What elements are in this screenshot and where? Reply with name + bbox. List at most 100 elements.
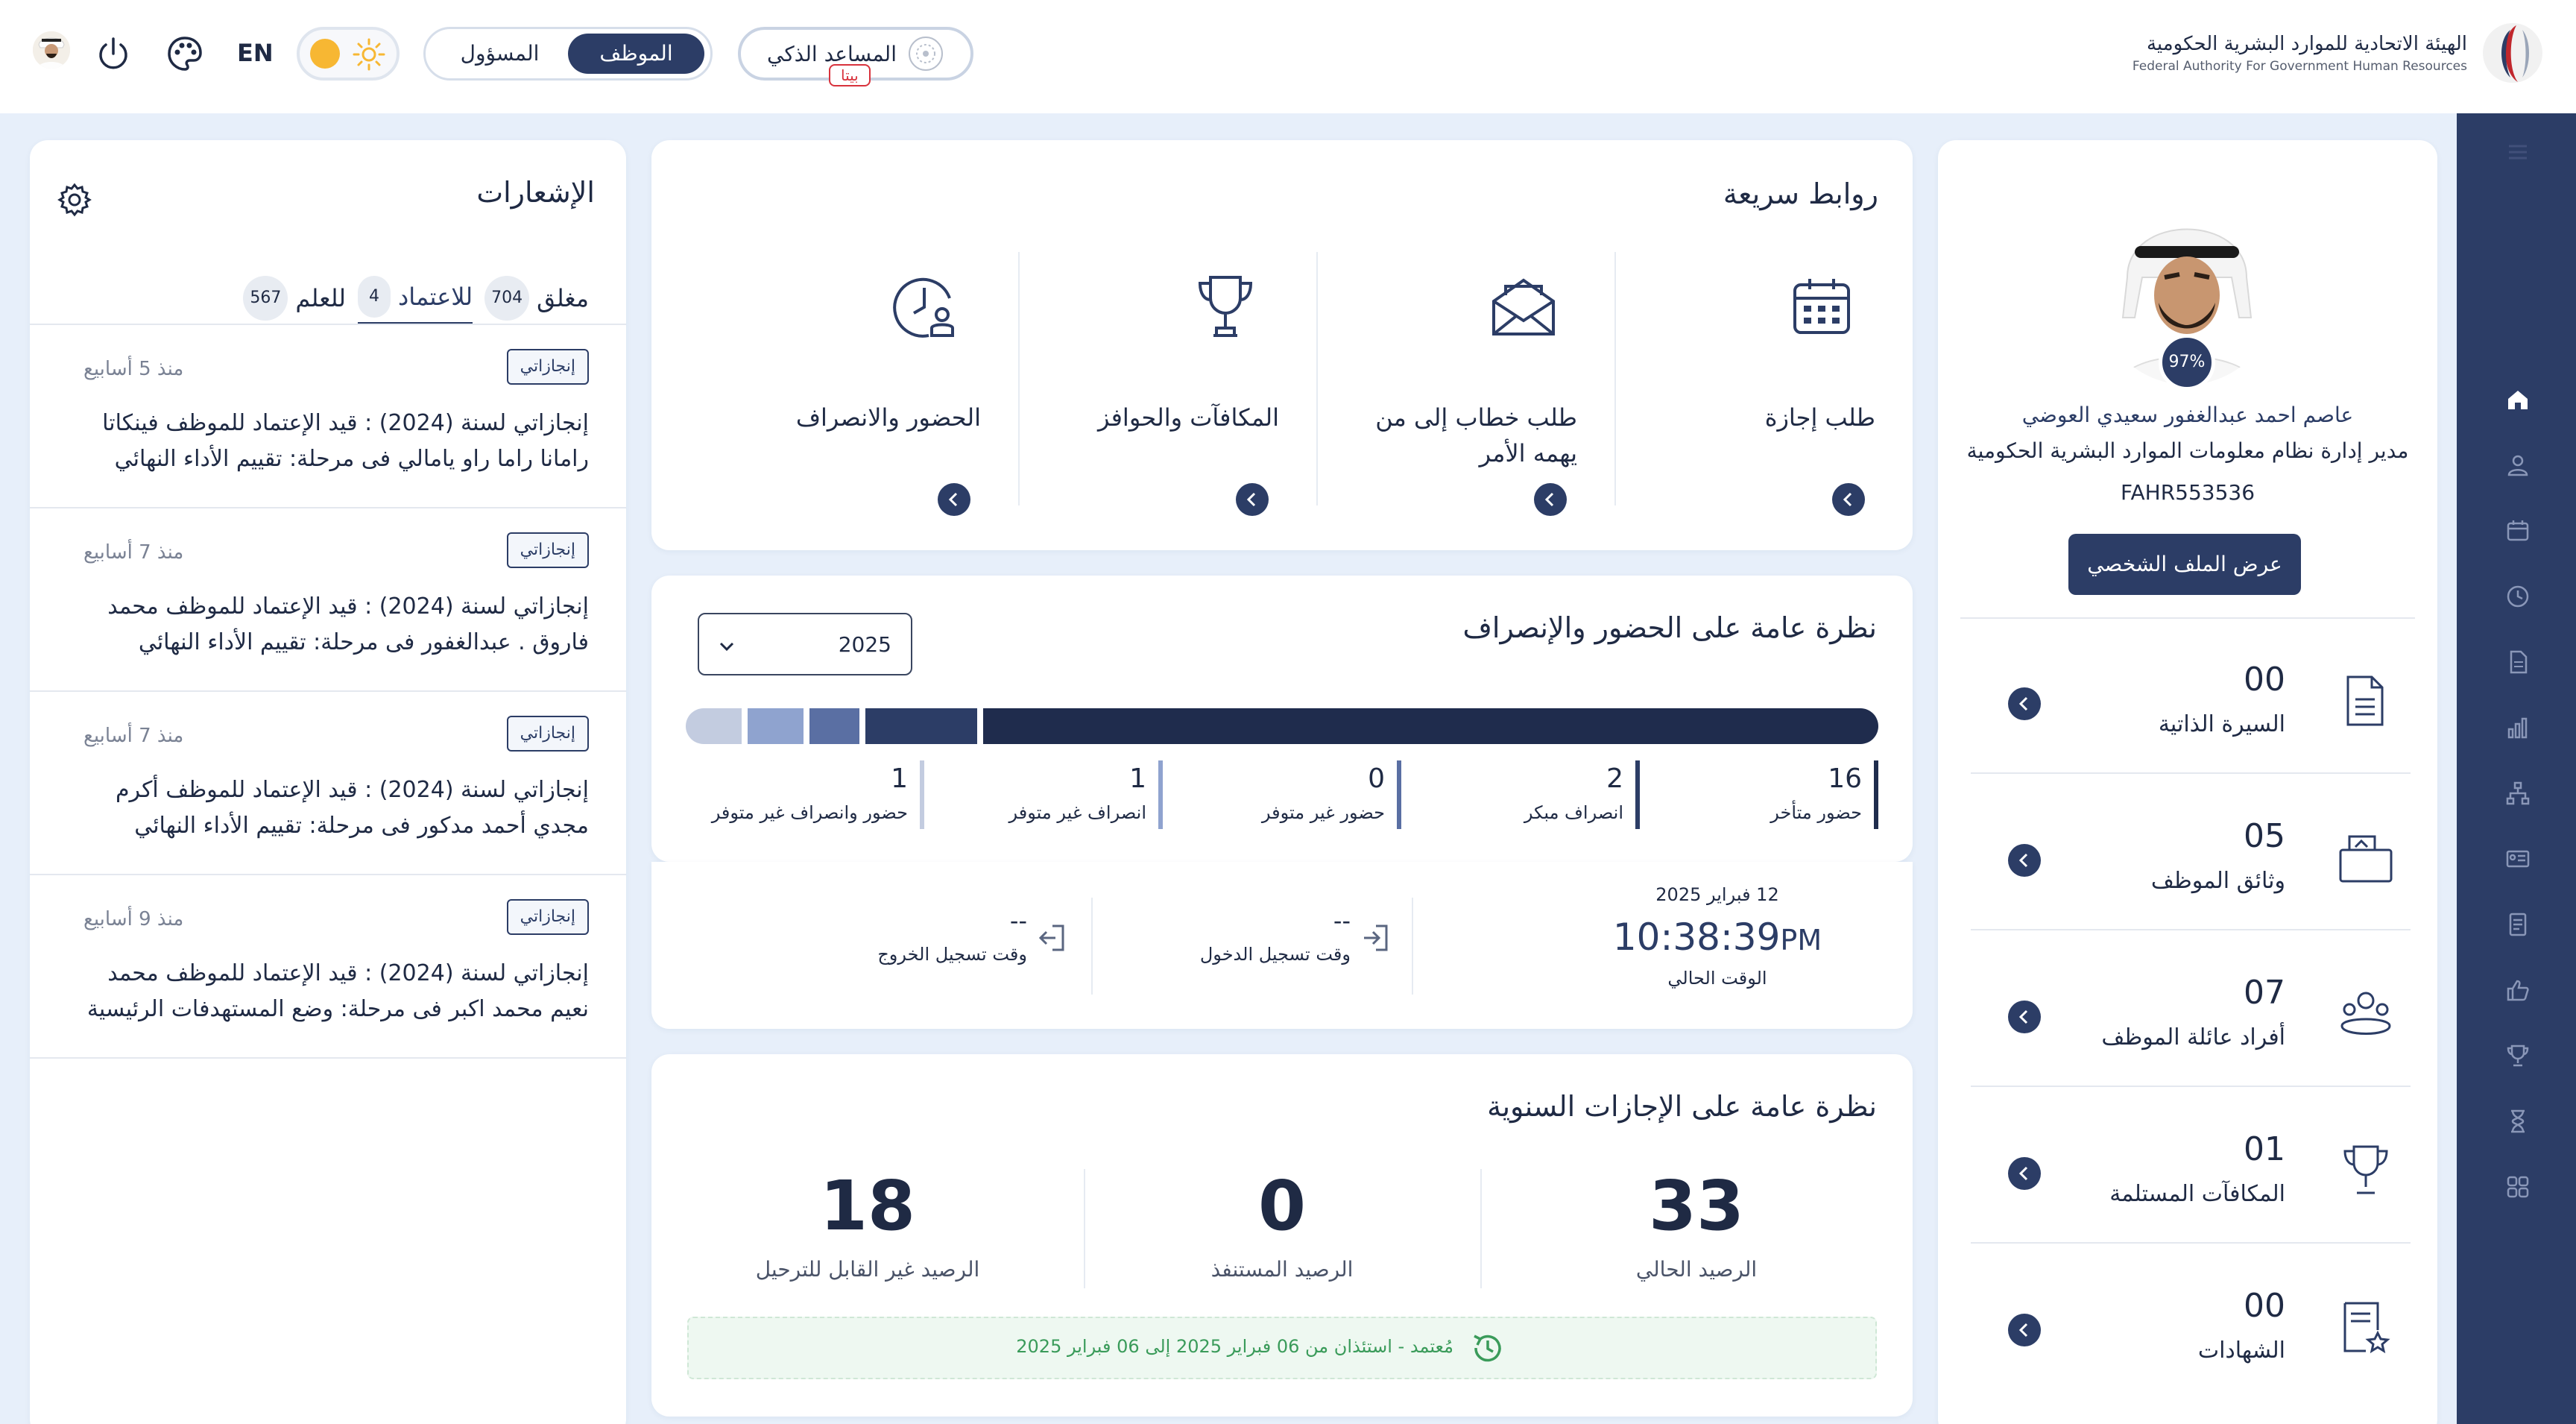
divider bbox=[1412, 898, 1413, 995]
chevron-left-icon[interactable] bbox=[2008, 1001, 2041, 1033]
stat-label: وثائق الموظف bbox=[2150, 868, 2285, 894]
brand-logo[interactable]: الهيئة الاتحادية للموارد البشرية الحكومي… bbox=[2133, 19, 2546, 86]
view-profile-button[interactable]: عرض الملف الشخصي bbox=[2068, 534, 2301, 595]
notification-text: إنجازاتي لسنة (2024) : قيد الإعتماد للمو… bbox=[86, 960, 589, 1022]
checkout-label: وقت تسجيل الخروج bbox=[877, 944, 1027, 965]
chart-icon[interactable] bbox=[2504, 714, 2531, 741]
trophy-icon bbox=[2343, 1145, 2388, 1194]
attendance-bar-segment bbox=[983, 708, 1878, 744]
home-icon[interactable] bbox=[2504, 386, 2531, 413]
history-icon bbox=[1474, 1335, 1501, 1362]
checkin-label: وقت تسجيل الدخول bbox=[1199, 944, 1351, 965]
chevron-left-icon[interactable] bbox=[938, 483, 970, 516]
org-chart-icon[interactable] bbox=[2504, 780, 2531, 807]
stat-family[interactable]: 07 أفراد عائلة الموظف bbox=[1971, 932, 2411, 1087]
notification-item[interactable]: إنجازاتي منذ 7 أسابيع إنجازاتي لسنة (202… bbox=[30, 692, 626, 875]
role-switch[interactable]: الموظف المسؤول bbox=[423, 27, 713, 81]
attendance-legend-value: 16 bbox=[1828, 763, 1862, 794]
profile-completion-badge: 97% bbox=[2159, 334, 2215, 391]
chevron-left-icon[interactable] bbox=[2008, 1157, 2041, 1190]
notification-tabs: مغلق 704 للاعتماد 4 للعلم 567 bbox=[243, 271, 589, 325]
stat-rewards[interactable]: 01 المكافآت المستلمة bbox=[1971, 1089, 2411, 1244]
chevron-left-icon[interactable] bbox=[2008, 687, 2041, 720]
attendance-overview-card: نظرة عامة على الحضور والإنصراف 2025 16 حض… bbox=[651, 576, 1913, 862]
trophy-icon[interactable] bbox=[2504, 1042, 2531, 1069]
quick-link-leave-request[interactable]: طلب إجازة bbox=[1614, 252, 1913, 516]
stat-value: 00 bbox=[2244, 1287, 2285, 1325]
attendance-legend-label: حضور متأخر bbox=[1770, 802, 1862, 823]
leave-used-balance: 0 الرصيد المستنفذ bbox=[1088, 1166, 1476, 1285]
ai-assistant-label: المساعد الذكي bbox=[767, 41, 897, 66]
attendance-legend-item: 1 انصراف غير متوفر bbox=[954, 760, 1163, 829]
quick-link-attendance[interactable]: الحضور والانصراف bbox=[720, 252, 1018, 516]
attendance-bar-segment bbox=[865, 708, 978, 744]
chevron-left-icon[interactable] bbox=[1236, 483, 1269, 516]
theme-knob bbox=[310, 39, 340, 69]
tab-label: مغلق bbox=[537, 284, 589, 312]
chevron-left-icon[interactable] bbox=[1534, 483, 1567, 516]
employee-code: FAHR553536 bbox=[2120, 480, 2255, 505]
apps-grid-icon[interactable] bbox=[2504, 1173, 2531, 1200]
checkin-icon bbox=[1364, 924, 1388, 951]
quick-link-letter-request[interactable]: طلب خطاب إلى من يهمه الأمر bbox=[1316, 252, 1614, 516]
annual-leave-card: نظرة عامة على الإجازات السنوية 33 الرصيد… bbox=[651, 1054, 1913, 1417]
notification-item[interactable]: إنجازاتي منذ 7 أسابيع إنجازاتي لسنة (202… bbox=[30, 508, 626, 692]
stat-certificates[interactable]: 00 الشهادات bbox=[1971, 1245, 2411, 1400]
quick-link-label: الحضور والانصراف bbox=[795, 403, 981, 432]
attendance-legend-value: 1 bbox=[891, 763, 908, 794]
chevron-left-icon[interactable] bbox=[1832, 483, 1865, 516]
leave-used-label: الرصيد المستنفذ bbox=[1210, 1257, 1354, 1282]
user-avatar[interactable] bbox=[33, 31, 70, 69]
notification-item[interactable]: إنجازاتي منذ 5 أسابيع إنجازاتي لسنة (202… bbox=[30, 325, 626, 508]
notification-item[interactable]: إنجازاتي منذ 9 أسابيع إنجازاتي لسنة (202… bbox=[30, 875, 626, 1059]
attendance-bar-segment bbox=[748, 708, 804, 744]
family-icon bbox=[2340, 992, 2391, 1035]
attendance-legend-item: 16 حضور متأخر bbox=[1670, 760, 1878, 829]
tab-for-approval[interactable]: للاعتماد 4 bbox=[358, 271, 473, 325]
stat-documents[interactable]: 05 وثائق الموظف bbox=[1971, 775, 2411, 930]
file-icon[interactable] bbox=[2504, 911, 2531, 938]
quick-link-rewards[interactable]: المكافآت والحوافز bbox=[1018, 252, 1316, 516]
stat-resume[interactable]: 00 السيرة الذاتية bbox=[1971, 619, 2411, 774]
tab-closed[interactable]: مغلق 704 bbox=[484, 271, 589, 325]
chevron-left-icon[interactable] bbox=[2008, 844, 2041, 877]
notification-time: منذ 9 أسابيع bbox=[83, 908, 184, 930]
clock-icon[interactable] bbox=[2504, 583, 2531, 610]
hourglass-icon[interactable] bbox=[2504, 1108, 2531, 1135]
logout-power-icon[interactable] bbox=[94, 34, 133, 73]
ai-assistant-button[interactable]: المساعد الذكي بيتا bbox=[738, 27, 973, 86]
role-employee-option[interactable]: الموظف bbox=[568, 34, 704, 74]
thumbs-up-icon[interactable] bbox=[2504, 977, 2531, 1004]
year-select[interactable]: 2025 bbox=[698, 613, 912, 675]
leave-nontransfer-label: الرصيد غير القابل للترحيل bbox=[755, 1257, 980, 1282]
user-avatar-icon bbox=[33, 31, 70, 69]
notification-text: إنجازاتي لسنة (2024) : قيد الإعتماد للمو… bbox=[107, 593, 589, 655]
id-card-icon[interactable] bbox=[2504, 845, 2531, 872]
tab-for-information[interactable]: للعلم 567 bbox=[243, 271, 346, 325]
notification-type-badge: إنجازاتي bbox=[506, 532, 589, 568]
checkout-icon bbox=[1038, 924, 1064, 951]
role-manager-option[interactable]: المسؤول bbox=[432, 34, 568, 74]
document-icon[interactable] bbox=[2504, 649, 2531, 675]
employee-name: عاصم احمد عبدالغفور سعيدي العوضي bbox=[2021, 403, 2354, 427]
calendar-icon bbox=[1793, 279, 1850, 334]
user-icon[interactable] bbox=[2504, 452, 2531, 479]
annual-leave-title: نظرة عامة على الإجازات السنوية bbox=[1487, 1090, 1877, 1123]
attendance-bar-segment bbox=[686, 708, 742, 744]
current-time-label: الوقت الحالي bbox=[1667, 968, 1767, 989]
theme-toggle[interactable] bbox=[297, 27, 400, 81]
gear-icon[interactable] bbox=[57, 182, 92, 218]
menu-icon[interactable] bbox=[2504, 139, 2531, 166]
attendance-title: نظرة عامة على الحضور والإنصراف bbox=[1462, 611, 1877, 644]
leave-nontransfer-value: 18 bbox=[819, 1166, 916, 1246]
chevron-left-icon[interactable] bbox=[2008, 1314, 2041, 1346]
language-switch[interactable]: EN bbox=[237, 39, 274, 67]
calendar-icon[interactable] bbox=[2504, 517, 2531, 544]
stat-value: 07 bbox=[2244, 974, 2285, 1012]
current-date: 12 فبراير 2025 bbox=[1655, 884, 1779, 905]
profile-card: 97% عاصم احمد عبدالغفور سعيدي العوضي مدي… bbox=[1938, 140, 2437, 1424]
chevron-down-icon bbox=[719, 642, 734, 652]
tab-label: للاعتماد bbox=[398, 283, 473, 311]
palette-icon[interactable] bbox=[165, 34, 204, 73]
beta-badge: بيتا bbox=[829, 64, 871, 86]
